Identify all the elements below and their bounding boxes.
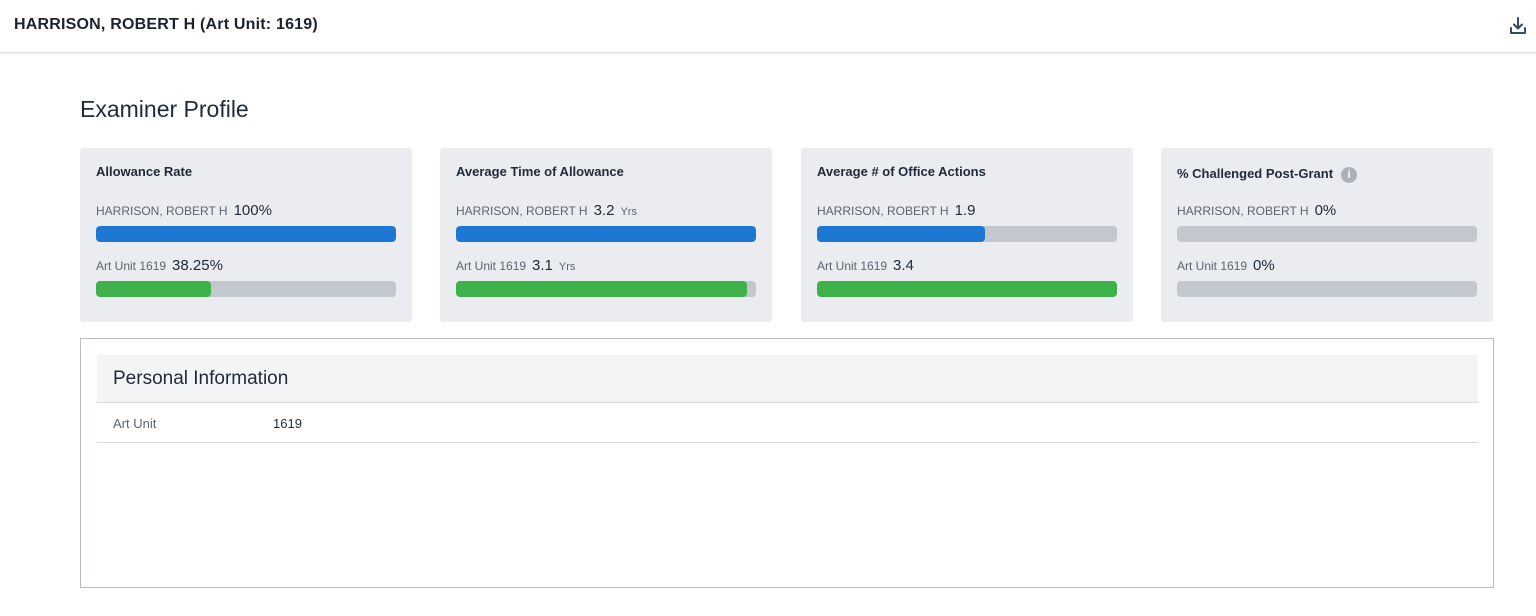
art-unit-value: 0% (1253, 257, 1275, 274)
art-unit-row: Art Unit 1619 3.1 Yrs (456, 257, 756, 297)
examiner-unit: Yrs (620, 206, 637, 218)
examiner-row: HARRISON, ROBERT H 3.2 Yrs (456, 202, 756, 242)
art-unit-label: Art Unit 1619 (817, 259, 887, 273)
panel-title: Personal Information (113, 368, 288, 390)
card-title-wrap: % Challenged Post-Grant i (1177, 166, 1357, 183)
examiner-label: HARRISON, ROBERT H (456, 204, 588, 218)
card-title: Average Time of Allowance (456, 164, 624, 179)
examiner-value: 1.9 (955, 202, 976, 219)
info-value: 1619 (273, 416, 302, 431)
card-title: Allowance Rate (96, 164, 192, 179)
personal-information-panel: Personal Information Art Unit 1619 (80, 338, 1494, 588)
art-unit-unit: Yrs (559, 261, 576, 273)
panel-header: Personal Information (97, 355, 1478, 403)
examiner-bar-track (456, 226, 756, 242)
section-title: Examiner Profile (80, 96, 249, 123)
art-unit-row: Art Unit 1619 0% (1177, 257, 1477, 297)
art-unit-label: Art Unit 1619 (96, 259, 166, 273)
art-unit-bar-track (1177, 281, 1477, 297)
examiner-bar-track (1177, 226, 1477, 242)
art-unit-bar-track (817, 281, 1117, 297)
art-unit-value: 38.25% (172, 257, 223, 274)
examiner-bar-fill (96, 226, 396, 242)
examiner-row: HARRISON, ROBERT H 100% (96, 202, 396, 242)
info-icon[interactable]: i (1341, 167, 1357, 183)
examiner-row: HARRISON, ROBERT H 0% (1177, 202, 1477, 242)
examiner-bar-track (96, 226, 396, 242)
art-unit-value: 3.4 (893, 257, 914, 274)
examiner-label: HARRISON, ROBERT H (817, 204, 949, 218)
art-unit-row: Art Unit 1619 3.4 (817, 257, 1117, 297)
card-average-office-actions: Average # of Office Actions HARRISON, RO… (801, 148, 1133, 322)
card-challenged-post-grant: % Challenged Post-Grant i HARRISON, ROBER… (1161, 148, 1493, 322)
art-unit-row: Art Unit 1619 38.25% (96, 257, 396, 297)
download-icon[interactable] (1506, 14, 1530, 38)
art-unit-bar-track (96, 281, 396, 297)
examiner-bar-fill (456, 226, 756, 242)
page-title: HARRISON, ROBERT H (Art Unit: 1619) (14, 16, 318, 34)
examiner-value: 0% (1315, 202, 1337, 219)
art-unit-label: Art Unit 1619 (456, 259, 526, 273)
card-allowance-rate: Allowance Rate HARRISON, ROBERT H 100% Ar… (80, 148, 412, 322)
examiner-bar-track (817, 226, 1117, 242)
examiner-label: HARRISON, ROBERT H (96, 204, 228, 218)
info-row-art-unit: Art Unit 1619 (97, 403, 1478, 443)
art-unit-label: Art Unit 1619 (1177, 259, 1247, 273)
examiner-bar-fill (817, 226, 985, 242)
card-title: % Challenged Post-Grant (1177, 166, 1333, 181)
art-unit-bar-track (456, 281, 756, 297)
art-unit-bar-fill (456, 281, 747, 297)
art-unit-bar-fill (96, 281, 211, 297)
info-key: Art Unit (113, 416, 156, 431)
examiner-value: 3.2 (594, 202, 615, 219)
art-unit-bar-fill (817, 281, 1117, 297)
examiner-row: HARRISON, ROBERT H 1.9 (817, 202, 1117, 242)
examiner-value: 100% (234, 202, 272, 219)
card-average-time-of-allowance: Average Time of Allowance HARRISON, ROBE… (440, 148, 772, 322)
top-bar: HARRISON, ROBERT H (Art Unit: 1619) (0, 0, 1536, 53)
art-unit-value: 3.1 (532, 257, 553, 274)
examiner-label: HARRISON, ROBERT H (1177, 204, 1309, 218)
card-title: Average # of Office Actions (817, 164, 986, 179)
